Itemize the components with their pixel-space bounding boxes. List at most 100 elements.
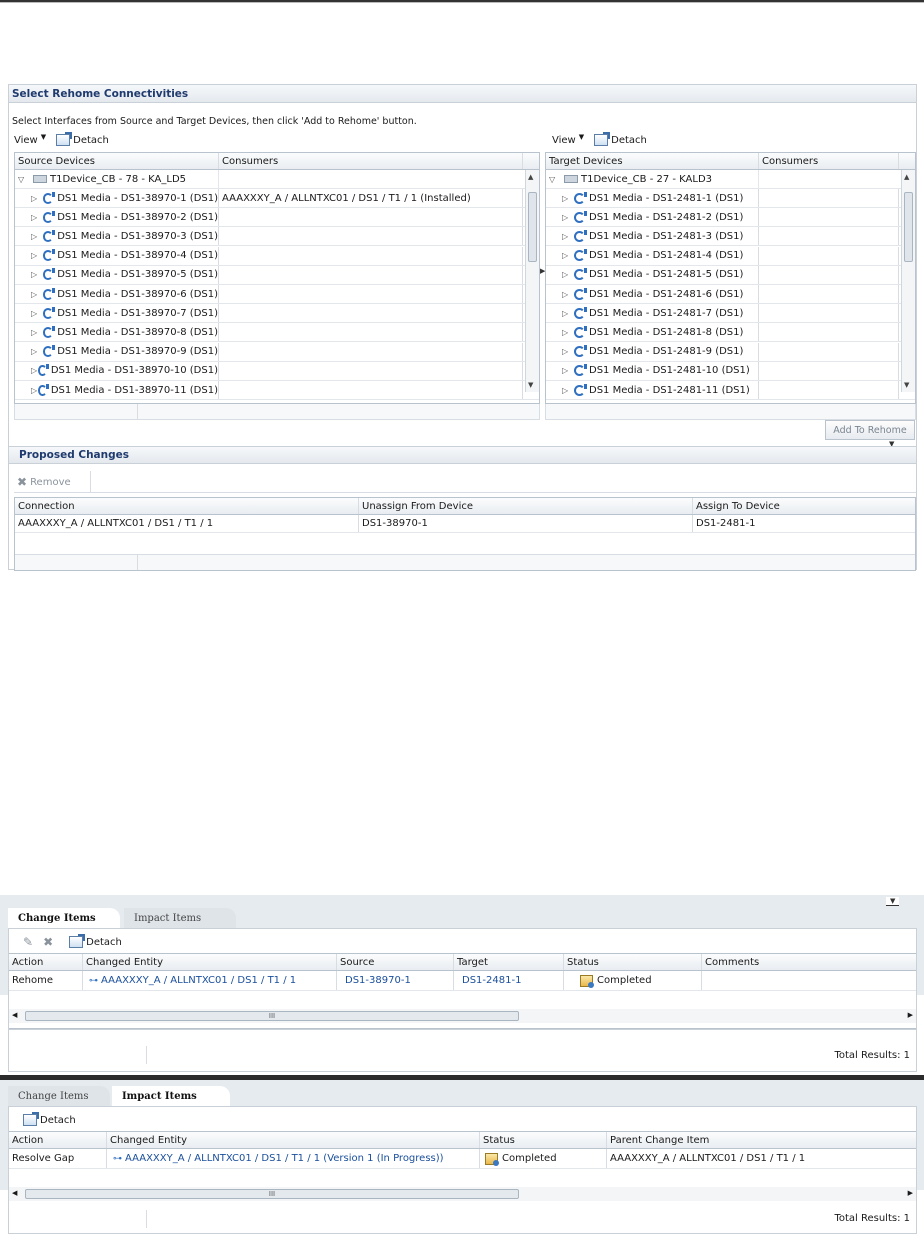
expand-triangle-icon[interactable]: ▷: [562, 270, 574, 279]
target-link[interactable]: DS1-2481-1: [454, 971, 564, 990]
target-col-devices[interactable]: Target Devices: [546, 153, 759, 169]
proposed-col-unassign[interactable]: Unassign From Device: [359, 498, 693, 514]
expand-triangle-icon[interactable]: ▷: [562, 194, 574, 203]
scroll-right-icon[interactable]: ▶: [908, 1011, 913, 1019]
tree-row[interactable]: ▷ DS1 Media - DS1-38970-9 (DS1): [15, 342, 539, 362]
target-col-consumers[interactable]: Consumers: [759, 153, 899, 169]
expand-triangle-icon[interactable]: ▷: [562, 213, 574, 222]
tree-row[interactable]: ▷ DS1 Media - DS1-38970-6 (DS1): [15, 285, 539, 304]
expand-triangle-icon[interactable]: ▷: [562, 347, 574, 356]
impact-items-hscrollbar[interactable]: ◀ III ▶: [9, 1187, 916, 1201]
target-detach-button[interactable]: Detach: [594, 132, 647, 146]
source-vscrollbar[interactable]: ▲ ▼: [525, 170, 539, 392]
expand-triangle-icon[interactable]: ▷: [31, 328, 43, 337]
tree-row[interactable]: ▷ DS1 Media - DS1-38970-1 (DS1) AAAXXXY_A …: [15, 189, 539, 208]
add-to-rehome-button[interactable]: Add To Rehome: [825, 420, 915, 440]
col-comments[interactable]: Comments: [702, 954, 916, 970]
tree-row[interactable]: ▷ DS1 Media - DS1-2481-8 (DS1): [546, 323, 915, 343]
scroll-up-icon[interactable]: ▲: [528, 173, 533, 181]
col-target[interactable]: Target: [454, 954, 564, 970]
target-root-row[interactable]: ▽ T1Device_CB - 27 - KALD3: [546, 170, 915, 189]
source-root-row[interactable]: ▽ T1Device_CB - 78 - KA_LD5: [15, 170, 539, 189]
collapse-triangle-icon[interactable]: ▽: [549, 175, 561, 184]
expand-triangle-icon[interactable]: ▷: [31, 347, 43, 356]
scroll-up-icon[interactable]: ▲: [904, 173, 909, 181]
remove-button[interactable]: ✖ Remove: [17, 475, 71, 489]
source-vscroll-thumb[interactable]: [528, 192, 537, 262]
target-vscroll-thumb[interactable]: [904, 192, 913, 262]
tree-row[interactable]: ▷ DS1 Media - DS1-38970-8 (DS1): [15, 323, 539, 343]
impact-items-hscroll-thumb[interactable]: III: [25, 1189, 519, 1199]
expand-triangle-icon[interactable]: ▷: [31, 251, 43, 260]
change-items-detach-button[interactable]: Detach: [69, 934, 122, 948]
expand-triangle-icon[interactable]: ▷: [562, 309, 574, 318]
expand-triangle-icon[interactable]: ▷: [31, 290, 43, 299]
scroll-right-icon[interactable]: ▶: [908, 1189, 913, 1197]
tree-row[interactable]: ▷ DS1 Media - DS1-2481-6 (DS1): [546, 285, 915, 304]
col-changed-entity[interactable]: Changed Entity: [107, 1132, 480, 1148]
tree-row[interactable]: ▷ DS1 Media - DS1-2481-3 (DS1): [546, 227, 915, 247]
expand-triangle-icon[interactable]: ▷: [31, 366, 38, 375]
delete-icon[interactable]: ✖: [43, 935, 53, 949]
tree-row[interactable]: ▷ DS1 Media - DS1-38970-7 (DS1): [15, 304, 539, 324]
col-source[interactable]: Source: [337, 954, 454, 970]
tree-row[interactable]: ▷ DS1 Media - DS1-2481-5 (DS1): [546, 265, 915, 285]
scroll-left-icon[interactable]: ◀: [12, 1189, 17, 1197]
change-items-hscroll-thumb[interactable]: III: [25, 1011, 519, 1021]
source-col-consumers[interactable]: Consumers: [219, 153, 523, 169]
tree-row[interactable]: ▷ DS1 Media - DS1-2481-10 (DS1): [546, 361, 915, 381]
tree-row[interactable]: ▷ DS1 Media - DS1-2481-1 (DS1): [546, 189, 915, 208]
source-view-menu[interactable]: View ▼: [14, 133, 46, 146]
source-detach-button[interactable]: Detach: [56, 132, 109, 146]
expand-triangle-icon[interactable]: ▷: [31, 232, 43, 241]
scroll-down-icon[interactable]: ▼: [528, 381, 533, 389]
tree-row[interactable]: ▷ DS1 Media - DS1-38970-3 (DS1): [15, 227, 539, 247]
tree-row[interactable]: ▷ DS1 Media - DS1-38970-2 (DS1): [15, 208, 539, 228]
proposed-col-connection[interactable]: Connection: [15, 498, 359, 514]
col-action[interactable]: Action: [9, 1132, 107, 1148]
expand-triangle-icon[interactable]: ▷: [31, 213, 43, 222]
change-items-hscrollbar[interactable]: ◀ III ▶: [9, 1009, 916, 1023]
expand-triangle-icon[interactable]: ▷: [31, 386, 38, 395]
scroll-down-icon[interactable]: ▼: [904, 381, 909, 389]
target-vscrollbar[interactable]: ▲ ▼: [901, 170, 915, 392]
tree-row[interactable]: ▷ DS1 Media - DS1-38970-5 (DS1): [15, 265, 539, 285]
expand-triangle-icon[interactable]: ▷: [562, 366, 574, 375]
col-action[interactable]: Action: [9, 954, 83, 970]
tree-row[interactable]: ▷ DS1 Media - DS1-2481-4 (DS1): [546, 246, 915, 266]
expand-triangle-icon[interactable]: ▷: [31, 194, 43, 203]
tree-row[interactable]: ▷ DS1 Media - DS1-38970-11 (DS1): [15, 381, 539, 400]
source-col-devices[interactable]: Source Devices: [15, 153, 219, 169]
tree-row[interactable]: ▷ DS1 Media - DS1-2481-9 (DS1): [546, 342, 915, 362]
tab-impact-items[interactable]: Impact Items: [124, 908, 236, 928]
tree-row[interactable]: ▷ DS1 Media - DS1-38970-4 (DS1): [15, 246, 539, 266]
collapse-triangle-icon[interactable]: ▽: [18, 175, 30, 184]
changed-entity-link[interactable]: ⊶ AAAXXXY_A / ALLNTXC01 / DS1 / T1 / 1: [83, 971, 337, 990]
tab-change-items[interactable]: Change Items: [8, 908, 120, 928]
tree-row[interactable]: ▷ DS1 Media - DS1-2481-11 (DS1): [546, 381, 915, 400]
tab-impact-items[interactable]: Impact Items: [112, 1086, 230, 1106]
tree-row[interactable]: ▷ DS1 Media - DS1-2481-7 (DS1): [546, 304, 915, 324]
tree-row[interactable]: ▷ DS1 Media - DS1-2481-2 (DS1): [546, 208, 915, 228]
table-row[interactable]: Rehome ⊶ AAAXXXY_A / ALLNTXC01 / DS1 / T1…: [9, 971, 916, 991]
expand-triangle-icon[interactable]: ▷: [31, 270, 43, 279]
changed-entity-link[interactable]: ⊶ AAAXXXY_A / ALLNTXC01 / DS1 / T1 / 1 (V…: [107, 1149, 480, 1168]
expand-triangle-icon[interactable]: ▷: [562, 386, 574, 395]
source-link[interactable]: DS1-38970-1: [337, 971, 454, 990]
expand-triangle-icon[interactable]: ▷: [562, 251, 574, 260]
proposed-col-assign[interactable]: Assign To Device: [693, 498, 915, 514]
col-parent-change-item[interactable]: Parent Change Item: [607, 1132, 916, 1148]
table-row[interactable]: AAAXXXY_A / ALLNTXC01 / DS1 / T1 / 1 DS1…: [15, 515, 915, 533]
col-changed-entity[interactable]: Changed Entity: [83, 954, 337, 970]
tab-change-items[interactable]: Change Items: [8, 1086, 110, 1106]
impact-items-detach-button[interactable]: Detach: [23, 1112, 76, 1126]
expand-triangle-icon[interactable]: ▷: [562, 290, 574, 299]
table-row[interactable]: Resolve Gap ⊶ AAAXXXY_A / ALLNTXC01 / DS1…: [9, 1149, 916, 1169]
expand-triangle-icon[interactable]: ▷: [562, 232, 574, 241]
expand-triangle-icon[interactable]: ▷: [31, 309, 43, 318]
tree-row[interactable]: ▷ DS1 Media - DS1-38970-10 (DS1): [15, 361, 539, 381]
col-status[interactable]: Status: [564, 954, 702, 970]
expand-triangle-icon[interactable]: ▷: [562, 328, 574, 337]
edit-pencil-icon[interactable]: ✎: [23, 935, 33, 949]
scroll-left-icon[interactable]: ◀: [12, 1011, 17, 1019]
